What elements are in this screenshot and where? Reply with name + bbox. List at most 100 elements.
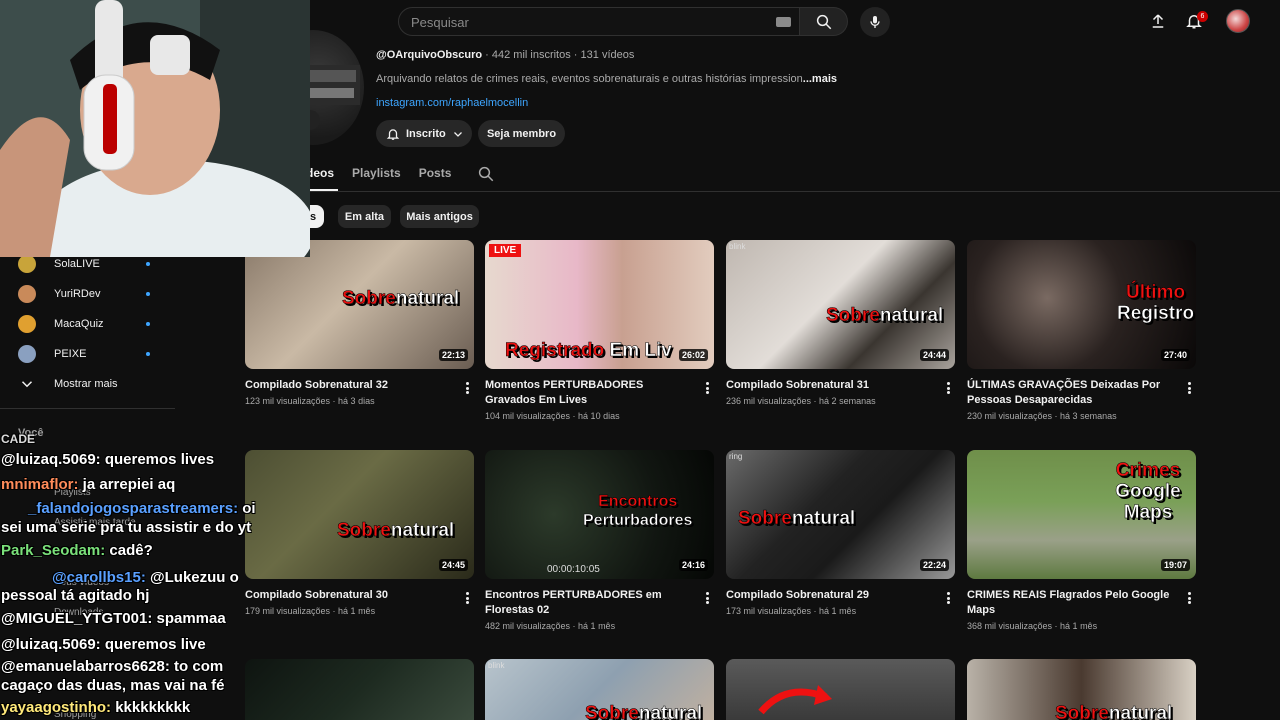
tab-playlists[interactable]: Playlists xyxy=(352,166,401,180)
more-actions-icon[interactable] xyxy=(461,591,473,605)
avatar xyxy=(18,255,36,273)
create-button[interactable] xyxy=(1146,9,1170,33)
search-button[interactable] xyxy=(800,7,848,36)
video-card[interactable]: blink Sobrenatural 24:44 Compilado Sobre… xyxy=(726,240,956,406)
video-card[interactable]: LIVE Registrado Em Liv 26:02 Momentos PE… xyxy=(485,240,715,421)
chip-popular[interactable]: Em alta xyxy=(338,205,391,228)
more-actions-icon[interactable] xyxy=(942,381,954,395)
video-thumbnail[interactable]: blink Sobrenatural xyxy=(485,659,714,720)
video-thumbnail[interactable]: ring Sobrenatural 22:24 xyxy=(726,450,955,579)
live-badge: LIVE xyxy=(489,244,522,257)
more-actions-icon[interactable] xyxy=(942,591,954,605)
channel-handle: @OArquivoObscuro xyxy=(376,49,483,61)
search-input[interactable] xyxy=(411,13,771,31)
sidebar-item-label: MacaQuiz xyxy=(54,318,104,330)
video-title[interactable]: CRIMES REAIS Flagrados Pelo Google Maps xyxy=(967,588,1172,618)
thumbnail-overlay-text: Encontros Perturbadores xyxy=(583,493,693,530)
video-thumbnail[interactable] xyxy=(726,659,955,720)
sidebar-divider xyxy=(0,408,175,409)
camera-timestamp: 00:00:10:05 xyxy=(547,564,600,575)
camera-watermark: ring xyxy=(729,452,743,461)
thumbnail-overlay-text: Sobrenatural xyxy=(1055,703,1173,720)
video-thumbnail[interactable]: Sobrenatural 24:45 xyxy=(245,450,474,579)
sidebar-item-yurirdev[interactable]: YuriRDev xyxy=(18,283,153,305)
video-thumbnail[interactable]: Sobrenatural xyxy=(967,659,1196,720)
video-card[interactable]: Encontros Perturbadores 00:00:10:05 24:16… xyxy=(485,450,715,631)
video-thumbnail[interactable]: LIVE Registrado Em Liv 26:02 xyxy=(485,240,714,369)
chat-message: @luizaq.5069: queremos lives xyxy=(1,451,215,468)
chat-message: @luizaq.5069: queremos live xyxy=(1,636,206,653)
avatar xyxy=(18,345,36,363)
chat-message: sei uma serie pra tu assistir e do yt xyxy=(1,519,252,536)
thumbnail-overlay-text: Sobrenatural xyxy=(342,288,460,310)
video-card[interactable]: Sobrenatural 22:13 Compilado Sobrenatura… xyxy=(245,240,475,406)
sidebar-item-macaquiz[interactable]: MacaQuiz xyxy=(18,313,153,335)
chip-oldest[interactable]: Mais antigos xyxy=(400,205,479,228)
new-content-dot xyxy=(146,292,150,296)
video-duration: 26:02 xyxy=(678,349,708,361)
tab-posts[interactable]: Posts xyxy=(419,166,452,180)
video-metadata: 173 mil visualizações · há 1 mês xyxy=(726,606,857,616)
thumbnail-overlay-text: Sobrenatural xyxy=(738,508,856,530)
thumbnail-overlay-text: Registrado Em Liv xyxy=(505,340,672,362)
more-actions-icon[interactable] xyxy=(1183,591,1195,605)
show-more-button[interactable]: Mostrar mais xyxy=(18,373,153,395)
video-thumbnail[interactable]: blink Sobrenatural 24:44 xyxy=(726,240,955,369)
video-card[interactable]: ring Sobrenatural 22:24 Compilado Sobren… xyxy=(726,450,956,616)
video-title[interactable]: Momentos PERTURBADORES Gravados Em Lives xyxy=(485,378,690,408)
thumbnail-overlay-text: Sobrenatural xyxy=(585,703,703,720)
more-actions-icon[interactable] xyxy=(1183,381,1195,395)
video-count: 131 vídeos xyxy=(580,49,635,61)
voice-search-button[interactable] xyxy=(860,7,890,37)
channel-link[interactable]: instagram.com/raphaelmocellin xyxy=(376,97,528,109)
channel-stats: @OArquivoObscuro · 442 mil inscritos · 1… xyxy=(376,49,635,61)
more-actions-icon[interactable] xyxy=(701,381,713,395)
video-metadata: 482 mil visualizações · há 1 mês xyxy=(485,621,616,631)
video-card[interactable]: Sobrenatural 24:45 Compilado Sobrenatura… xyxy=(245,450,475,616)
video-title[interactable]: Compilado Sobrenatural 32 xyxy=(245,378,450,393)
channel-description[interactable]: Arquivando relatos de crimes reais, even… xyxy=(376,73,837,85)
video-thumbnail[interactable] xyxy=(245,659,474,720)
new-content-dot xyxy=(146,262,150,266)
video-card[interactable]: Crimes Google Maps 19:07 CRIMES REAIS Fla… xyxy=(967,450,1197,631)
search-icon[interactable] xyxy=(477,165,495,183)
sidebar-item-peixe[interactable]: PEIXE xyxy=(18,343,153,365)
thumbnail-overlay-text: Sobrenatural xyxy=(826,305,944,327)
video-duration: 24:45 xyxy=(438,559,468,571)
video-duration: 22:13 xyxy=(438,349,468,361)
subscribed-label: Inscrito xyxy=(406,127,446,140)
subscribed-button[interactable]: Inscrito xyxy=(376,120,472,147)
video-title[interactable]: Compilado Sobrenatural 29 xyxy=(726,588,931,603)
channel-tabs: deos Playlists Posts xyxy=(306,166,451,180)
video-title[interactable]: Compilado Sobrenatural 30 xyxy=(245,588,450,603)
video-title[interactable]: Encontros PERTURBADORES em Florestas 02 xyxy=(485,588,690,618)
chat-message: mnimaflor: ja arrepiei aq xyxy=(1,476,176,493)
video-metadata: 179 mil visualizações · há 1 mês xyxy=(245,606,376,616)
chat-message: _falandojogosparastreamers: oi xyxy=(28,500,256,517)
more-actions-icon[interactable] xyxy=(701,591,713,605)
account-avatar[interactable] xyxy=(1226,9,1250,33)
thumbnail-overlay-text: Sobrenatural xyxy=(337,520,455,542)
video-thumbnail[interactable]: Encontros Perturbadores 00:00:10:05 24:16 xyxy=(485,450,714,579)
more-link[interactable]: ...mais xyxy=(803,73,837,85)
tab-videos[interactable]: deos xyxy=(306,166,334,180)
video-thumbnail[interactable]: Crimes Google Maps 19:07 xyxy=(967,450,1196,579)
video-thumbnail[interactable]: Último Registro 27:40 xyxy=(967,240,1196,369)
video-title[interactable]: Compilado Sobrenatural 31 xyxy=(726,378,931,393)
search-icon xyxy=(816,14,831,29)
video-metadata: 230 mil visualizações · há 3 semanas xyxy=(967,411,1117,421)
show-more-label: Mostrar mais xyxy=(54,378,118,390)
more-actions-icon[interactable] xyxy=(461,381,473,395)
keyboard-icon[interactable] xyxy=(776,17,791,27)
camera-watermark: blink xyxy=(729,242,746,251)
chat-message: @carollbs15: @Lukezuu o xyxy=(52,569,239,586)
video-title[interactable]: ÚLTIMAS GRAVAÇÕES Deixadas Por Pessoas D… xyxy=(967,378,1172,408)
arrow-icon xyxy=(758,685,832,715)
bell-icon xyxy=(386,128,400,140)
video-thumbnail[interactable]: Sobrenatural 22:13 xyxy=(245,240,474,369)
search-box[interactable] xyxy=(398,7,800,36)
video-metadata: 104 mil visualizações · há 10 dias xyxy=(485,411,620,421)
join-button[interactable]: Seja membro xyxy=(478,120,565,147)
video-card[interactable]: Último Registro 27:40 ÚLTIMAS GRAVAÇÕES D… xyxy=(967,240,1197,421)
notification-badge: 6 xyxy=(1197,11,1208,22)
